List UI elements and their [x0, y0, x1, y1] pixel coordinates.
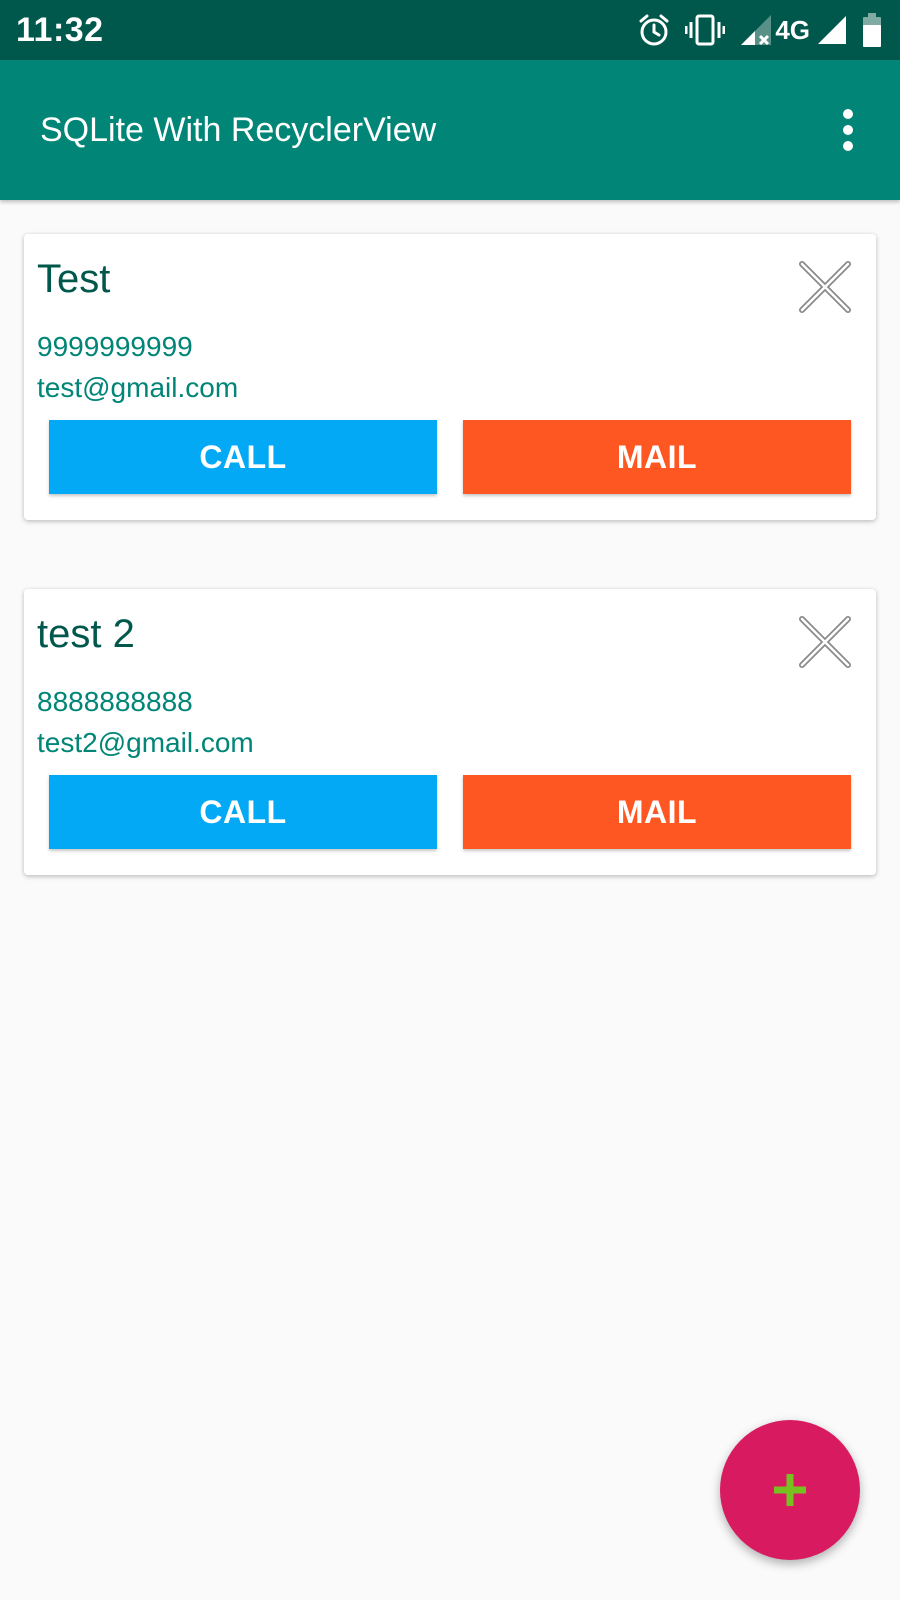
status-time: 11:32	[16, 11, 104, 49]
battery-icon	[863, 13, 881, 47]
contact-name: Test	[37, 257, 111, 301]
contact-email: test@gmail.com	[37, 372, 239, 403]
delete-contact-button[interactable]	[798, 615, 852, 669]
app-bar: SQLite With RecyclerView	[0, 60, 900, 200]
close-icon	[799, 616, 851, 668]
contact-phone: 8888888888	[37, 686, 193, 717]
add-contact-fab[interactable]	[720, 1420, 860, 1560]
contact-name: test 2	[37, 612, 135, 656]
contact-email: test2@gmail.com	[37, 727, 254, 758]
overflow-menu-button[interactable]	[836, 108, 860, 152]
call-button[interactable]: CALL	[49, 775, 437, 849]
mail-button[interactable]: MAIL	[463, 420, 851, 494]
vibrate-icon	[685, 14, 726, 46]
plus-icon	[774, 1474, 806, 1506]
signal-icon	[818, 16, 846, 44]
alarm-icon	[639, 14, 669, 46]
signal-no-data-icon	[741, 15, 772, 46]
contact-card: test 2 8888888888 test2@gmail.com CALL M…	[24, 589, 876, 875]
status-icons: 4G	[637, 10, 882, 50]
app-title: SQLite With RecyclerView	[40, 111, 437, 149]
network-type: 4G	[775, 15, 810, 45]
delete-contact-button[interactable]	[798, 260, 852, 314]
more-vertical-icon	[843, 109, 853, 151]
contact-phone: 9999999999	[37, 331, 193, 362]
mail-button[interactable]: MAIL	[463, 775, 851, 849]
contact-card: Test 9999999999 test@gmail.com CALL MAIL	[24, 234, 876, 520]
status-bar: 11:32 4G	[0, 0, 900, 60]
close-icon	[799, 261, 851, 313]
call-button[interactable]: CALL	[49, 420, 437, 494]
